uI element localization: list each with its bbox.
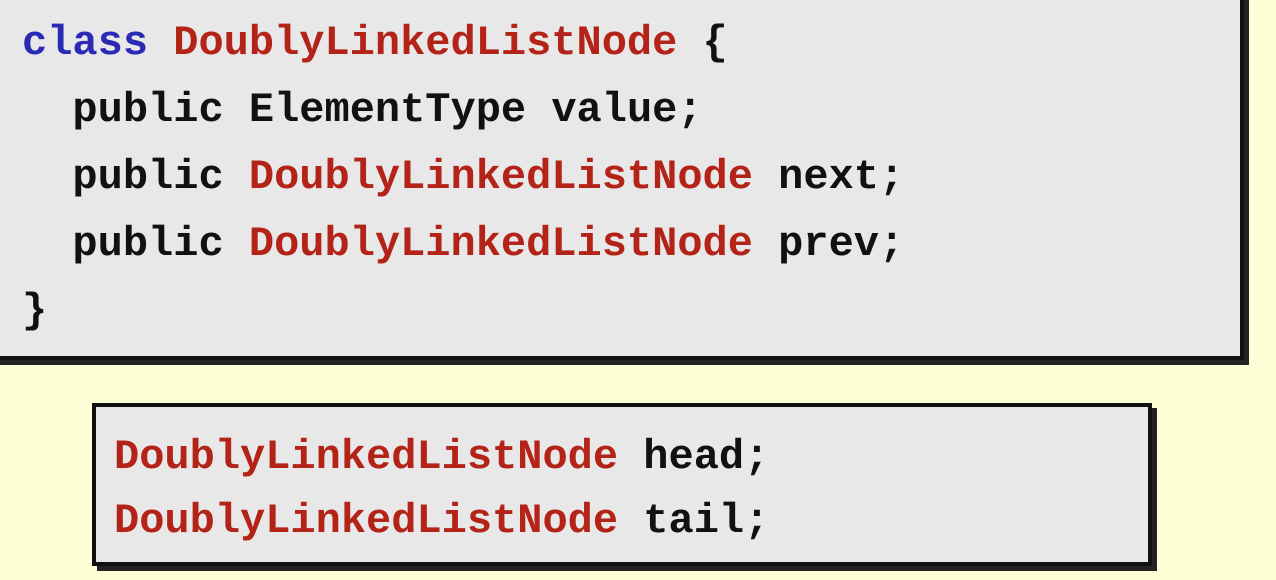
value-field-name: value; [526, 86, 703, 134]
next-field-name: next; [752, 153, 905, 201]
public-modifier: public [72, 86, 224, 134]
variable-declarations-code-block: DoublyLinkedListNode head; DoublyLinkedL… [92, 403, 1152, 566]
code-line-tail-declaration: DoublyLinkedListNode tail; [114, 489, 1148, 553]
head-type: DoublyLinkedListNode [114, 433, 619, 481]
public-modifier: public [72, 153, 224, 201]
prev-field-type: DoublyLinkedListNode [248, 220, 753, 268]
code-line-prev-field: public DoublyLinkedListNode prev; [22, 211, 1240, 278]
class-definition-code-block: class DoublyLinkedListNode { public Elem… [0, 0, 1244, 360]
code-line-head-declaration: DoublyLinkedListNode head; [114, 425, 1148, 489]
public-modifier: public [72, 220, 224, 268]
element-type: ElementType [248, 86, 527, 134]
code-line-next-field: public DoublyLinkedListNode next; [22, 144, 1240, 211]
class-name: DoublyLinkedListNode [173, 19, 678, 67]
open-brace: { [677, 19, 728, 67]
tail-type: DoublyLinkedListNode [114, 497, 619, 545]
prev-field-name: prev; [752, 220, 905, 268]
next-field-type: DoublyLinkedListNode [248, 153, 753, 201]
tail-variable: tail; [618, 497, 770, 545]
code-line-class-declaration: class DoublyLinkedListNode { [22, 10, 1240, 77]
code-line-close-brace: } [22, 278, 1240, 345]
code-line-value-field: public ElementType value; [22, 77, 1240, 144]
close-brace: } [22, 287, 48, 335]
head-variable: head; [618, 433, 770, 481]
class-keyword: class [22, 19, 149, 67]
